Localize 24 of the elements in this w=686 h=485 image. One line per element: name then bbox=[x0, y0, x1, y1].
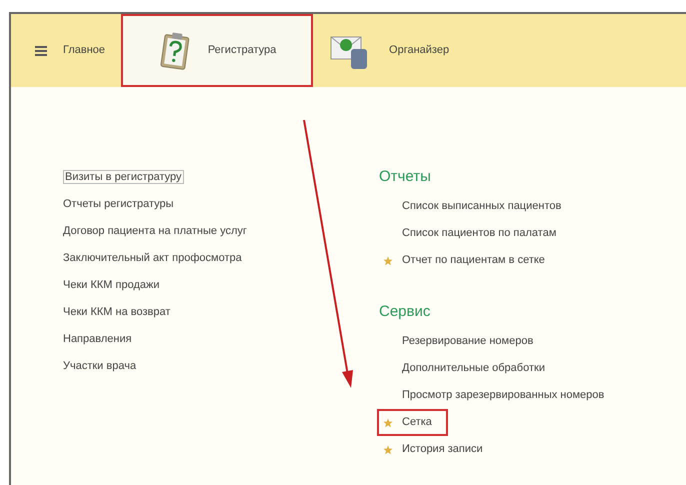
star-icon bbox=[383, 418, 393, 428]
command-link[interactable]: Дополнительные обработки bbox=[379, 357, 548, 380]
section-tab[interactable]: Регистратура bbox=[121, 14, 314, 87]
command-link[interactable]: Просмотр зарезервированных номеров bbox=[379, 384, 608, 407]
command-link[interactable]: Сетка bbox=[379, 411, 446, 434]
command-link[interactable]: История записи bbox=[379, 438, 486, 461]
nav-link[interactable]: Чеки ККМ на возврат bbox=[61, 300, 172, 327]
command-link[interactable]: Резервирование номеров bbox=[379, 330, 536, 353]
nav-link[interactable]: Участки врача bbox=[61, 354, 138, 381]
command-link[interactable]: Список выписанных пациентов bbox=[379, 195, 564, 218]
section-tab[interactable]: Органайзер bbox=[313, 14, 466, 87]
star-icon bbox=[383, 444, 393, 454]
command-link[interactable]: Список пациентов по палатам bbox=[379, 222, 560, 245]
nav-link[interactable]: Заключительный акт профосмотра bbox=[61, 246, 244, 273]
command-link[interactable]: Отчет по пациентам в сетке bbox=[379, 249, 548, 272]
nav-link[interactable]: Отчеты регистратуры bbox=[61, 192, 176, 219]
nav-link[interactable]: Договор пациента на платные услуг bbox=[61, 219, 249, 246]
star-icon bbox=[383, 256, 393, 266]
section-tab[interactable]: Главное bbox=[19, 14, 122, 87]
nav-link[interactable]: Направления bbox=[61, 327, 134, 354]
section-heading: Отчеты bbox=[379, 167, 432, 187]
section-heading: Сервис bbox=[379, 302, 432, 322]
menu-icon bbox=[35, 44, 47, 56]
nav-link[interactable]: Чеки ККМ продажи bbox=[61, 273, 162, 300]
